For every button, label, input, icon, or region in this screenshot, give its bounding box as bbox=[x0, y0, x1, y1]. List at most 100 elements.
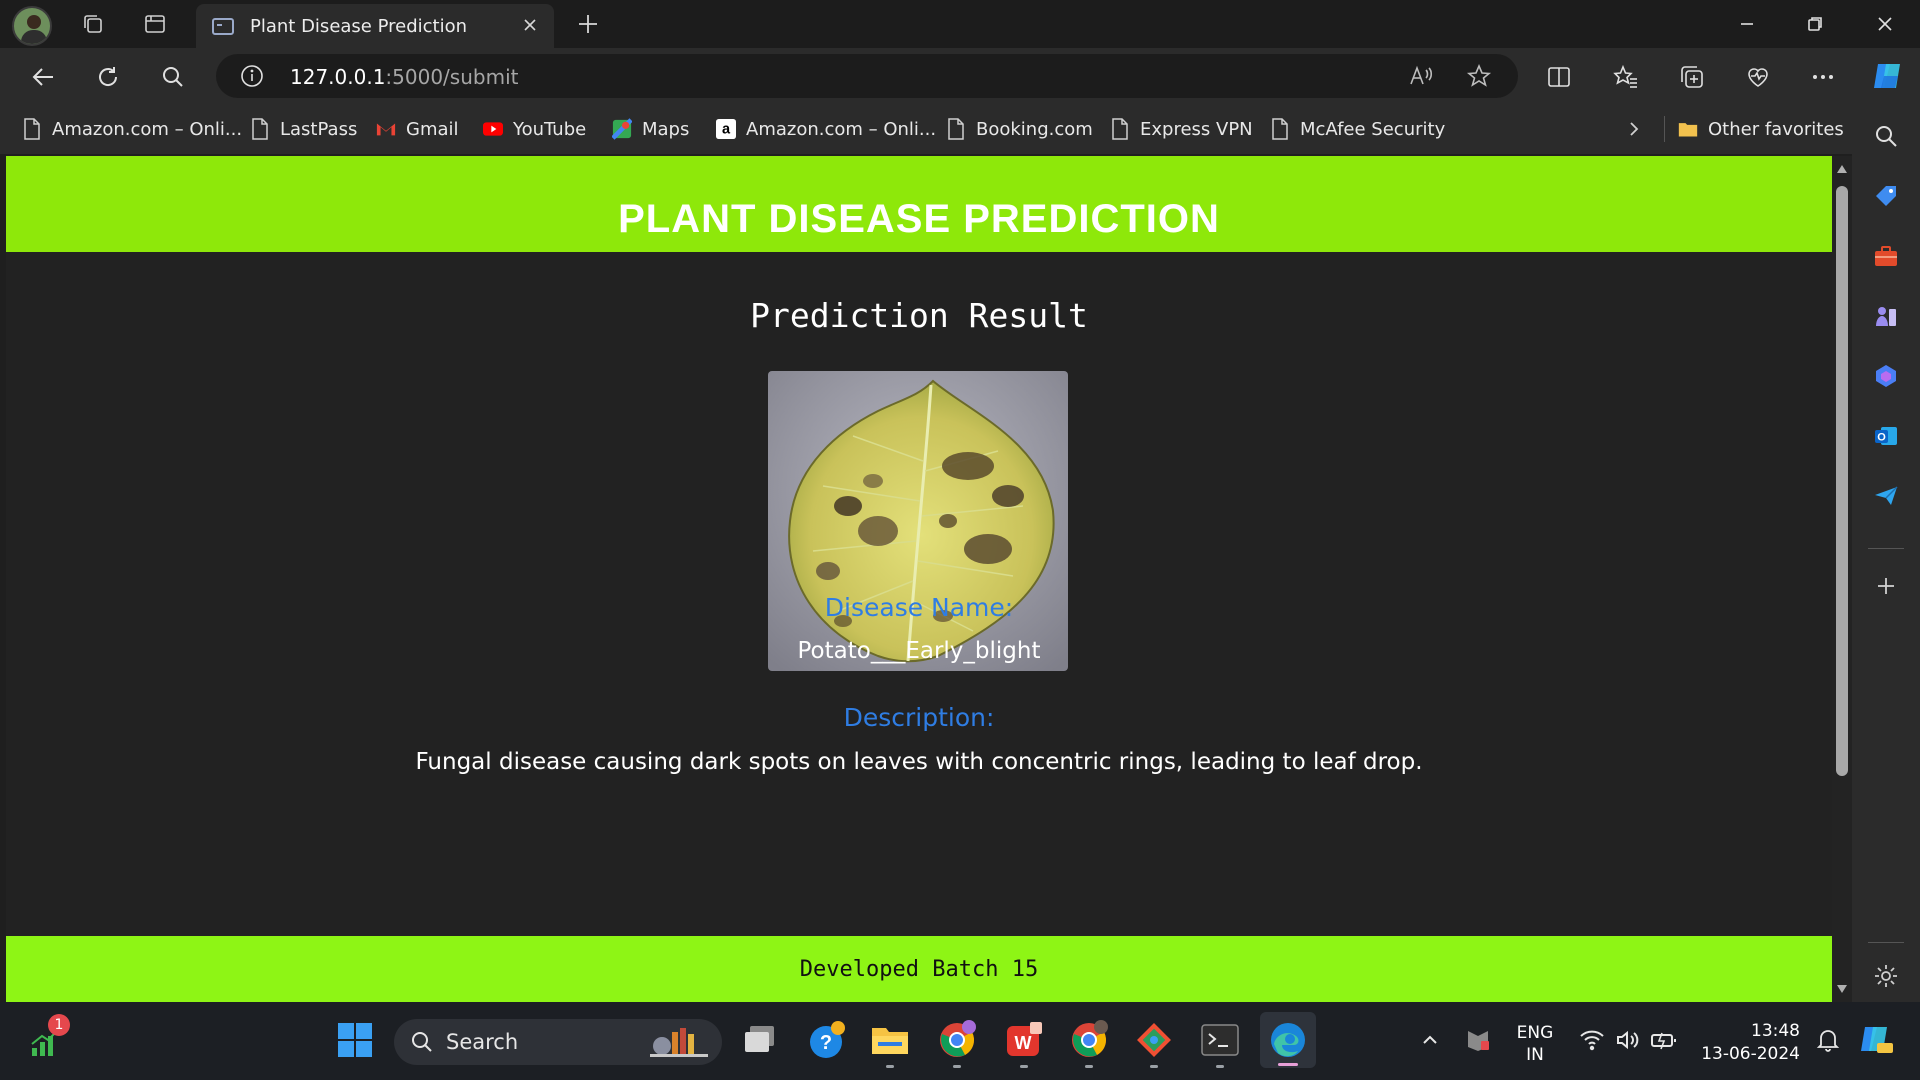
footer-text: Developed Batch 15 bbox=[799, 956, 1039, 982]
youtube-icon bbox=[483, 117, 503, 141]
taskbar-search[interactable]: Search bbox=[394, 1019, 722, 1065]
favorites-icon[interactable] bbox=[1611, 62, 1641, 92]
back-icon[interactable] bbox=[28, 62, 58, 92]
favorite-lastpass[interactable]: LastPass bbox=[250, 116, 357, 142]
region-code: IN bbox=[1526, 1045, 1544, 1065]
more-menu-icon[interactable] bbox=[1808, 62, 1838, 92]
terminal-icon[interactable] bbox=[1198, 1018, 1242, 1068]
scroll-up-arrow-icon[interactable] bbox=[1836, 164, 1848, 174]
favorite-express-vpn[interactable]: Express VPN bbox=[1110, 116, 1253, 142]
description-value: Fungal disease causing dark spots on lea… bbox=[415, 749, 1423, 775]
minimize-icon[interactable] bbox=[1732, 10, 1762, 38]
favorite-label: Gmail bbox=[406, 118, 459, 140]
page-icon bbox=[1270, 117, 1290, 141]
favorite-booking[interactable]: Booking.com bbox=[946, 116, 1093, 142]
sidebar-settings-gear-icon[interactable] bbox=[1872, 962, 1900, 990]
games-icon[interactable] bbox=[1872, 302, 1900, 330]
favorites-overflow-chevron-icon[interactable] bbox=[1626, 116, 1642, 142]
outlook-icon[interactable]: O bbox=[1872, 422, 1900, 450]
copilot-icon[interactable] bbox=[1870, 58, 1906, 94]
favorite-amazon-1[interactable]: Amazon.com – Onli... bbox=[22, 116, 242, 142]
amazon-icon: a bbox=[716, 117, 736, 141]
favorite-label: Maps bbox=[642, 118, 690, 140]
add-favorite-star-icon[interactable] bbox=[1466, 63, 1492, 94]
svg-text:?: ? bbox=[820, 1032, 832, 1054]
other-favorites-label: Other favorites bbox=[1708, 118, 1844, 140]
chrome-profile-s-icon[interactable] bbox=[935, 1018, 979, 1068]
new-tab-icon[interactable] bbox=[574, 10, 602, 38]
svg-text:O: O bbox=[1877, 432, 1886, 444]
close-tab-icon[interactable] bbox=[520, 15, 540, 35]
favorite-amazon-2[interactable]: a Amazon.com – Onli... bbox=[716, 116, 936, 142]
disease-name-value: Potato___Early_blight bbox=[797, 638, 1041, 664]
favorite-mcafee[interactable]: McAfee Security bbox=[1270, 116, 1445, 142]
page-icon bbox=[22, 117, 42, 141]
read-aloud-icon[interactable] bbox=[1408, 64, 1434, 93]
workspaces-icon[interactable] bbox=[78, 10, 108, 38]
address-bar[interactable]: 127.0.0.1:5000/submit bbox=[216, 54, 1518, 98]
sidebar-search-icon[interactable] bbox=[1872, 122, 1900, 150]
edge-taskbar-icon[interactable] bbox=[1260, 1012, 1316, 1068]
favorite-maps[interactable]: Maps bbox=[612, 116, 689, 142]
browser-toolbar: 127.0.0.1:5000/submit bbox=[0, 48, 1920, 104]
search-highlight-books-icon bbox=[650, 1028, 708, 1057]
prediction-result-heading: Prediction Result bbox=[750, 296, 1088, 335]
collections-icon[interactable] bbox=[1677, 62, 1707, 92]
tab-actions-icon[interactable] bbox=[140, 10, 170, 38]
page-header: PLANT DISEASE PREDICTION bbox=[6, 156, 1832, 252]
browser-essentials-icon[interactable] bbox=[1743, 62, 1773, 92]
chrome-profile-2-icon[interactable] bbox=[1067, 1018, 1111, 1068]
other-favorites[interactable]: Other favorites bbox=[1678, 116, 1844, 142]
maps-icon bbox=[612, 117, 632, 141]
tools-briefcase-icon[interactable] bbox=[1872, 242, 1900, 270]
show-hidden-icons-chevron-icon[interactable] bbox=[1408, 1018, 1452, 1062]
send-telegram-icon[interactable] bbox=[1872, 482, 1900, 510]
site-info-icon[interactable] bbox=[240, 64, 264, 93]
profile-avatar[interactable] bbox=[12, 6, 52, 46]
copilot-preview-icon[interactable] bbox=[1854, 1018, 1898, 1062]
page-title: PLANT DISEASE PREDICTION bbox=[618, 197, 1220, 241]
url-path: :5000/submit bbox=[385, 65, 519, 89]
git-tool-icon[interactable] bbox=[1132, 1018, 1176, 1068]
split-screen-icon[interactable] bbox=[1544, 62, 1574, 92]
task-view-icon[interactable] bbox=[738, 1018, 782, 1062]
battery-icon[interactable] bbox=[1642, 1018, 1686, 1062]
wps-office-icon[interactable]: W bbox=[1002, 1018, 1046, 1068]
scroll-down-arrow-icon[interactable] bbox=[1836, 984, 1848, 994]
add-sidebar-app-icon[interactable] bbox=[1872, 572, 1900, 600]
windows-taskbar: 1 Search ? W ENG IN 13:48 13-06-2024 bbox=[0, 1002, 1920, 1080]
restore-icon[interactable] bbox=[1800, 10, 1830, 38]
search-icon bbox=[412, 1032, 432, 1052]
url-host: 127.0.0.1 bbox=[290, 65, 386, 89]
windows-start-icon[interactable] bbox=[333, 1018, 377, 1062]
page-icon bbox=[250, 117, 270, 141]
page-scrollbar[interactable] bbox=[1832, 156, 1852, 1002]
clock[interactable]: 13:48 13-06-2024 bbox=[1690, 1020, 1800, 1066]
mcafee-tray-icon[interactable] bbox=[1456, 1018, 1500, 1062]
page-icon bbox=[946, 117, 966, 141]
stocks-widget-icon[interactable]: 1 bbox=[26, 1014, 70, 1062]
close-window-icon[interactable] bbox=[1870, 10, 1900, 38]
shopping-tag-icon[interactable] bbox=[1872, 182, 1900, 210]
language-indicator[interactable]: ENG IN bbox=[1508, 1022, 1562, 1066]
get-help-icon[interactable]: ? bbox=[804, 1018, 848, 1062]
favorite-youtube[interactable]: YouTube bbox=[483, 116, 586, 142]
clock-date: 13-06-2024 bbox=[1701, 1044, 1800, 1064]
clock-time: 13:48 bbox=[1751, 1021, 1800, 1041]
url-text[interactable]: 127.0.0.1:5000/submit bbox=[290, 65, 518, 89]
file-explorer-icon[interactable] bbox=[868, 1018, 912, 1068]
tab-plant-disease-prediction[interactable]: Plant Disease Prediction bbox=[196, 4, 554, 48]
scroll-thumb[interactable] bbox=[1836, 186, 1848, 776]
search-page-icon[interactable] bbox=[158, 62, 188, 92]
favorite-label: Amazon.com – Onli... bbox=[52, 118, 243, 140]
copilot-sidebar-icon[interactable] bbox=[1872, 362, 1900, 390]
favorite-gmail[interactable]: Gmail bbox=[376, 116, 459, 142]
favorite-label: McAfee Security bbox=[1300, 118, 1446, 140]
page-icon bbox=[1110, 117, 1130, 141]
svg-text:W: W bbox=[1015, 1033, 1032, 1053]
refresh-icon[interactable] bbox=[93, 62, 123, 92]
favorites-divider bbox=[1664, 116, 1665, 142]
notifications-icon[interactable] bbox=[1806, 1018, 1850, 1062]
language-code: ENG bbox=[1516, 1023, 1554, 1043]
notification-badge: 1 bbox=[48, 1014, 70, 1036]
